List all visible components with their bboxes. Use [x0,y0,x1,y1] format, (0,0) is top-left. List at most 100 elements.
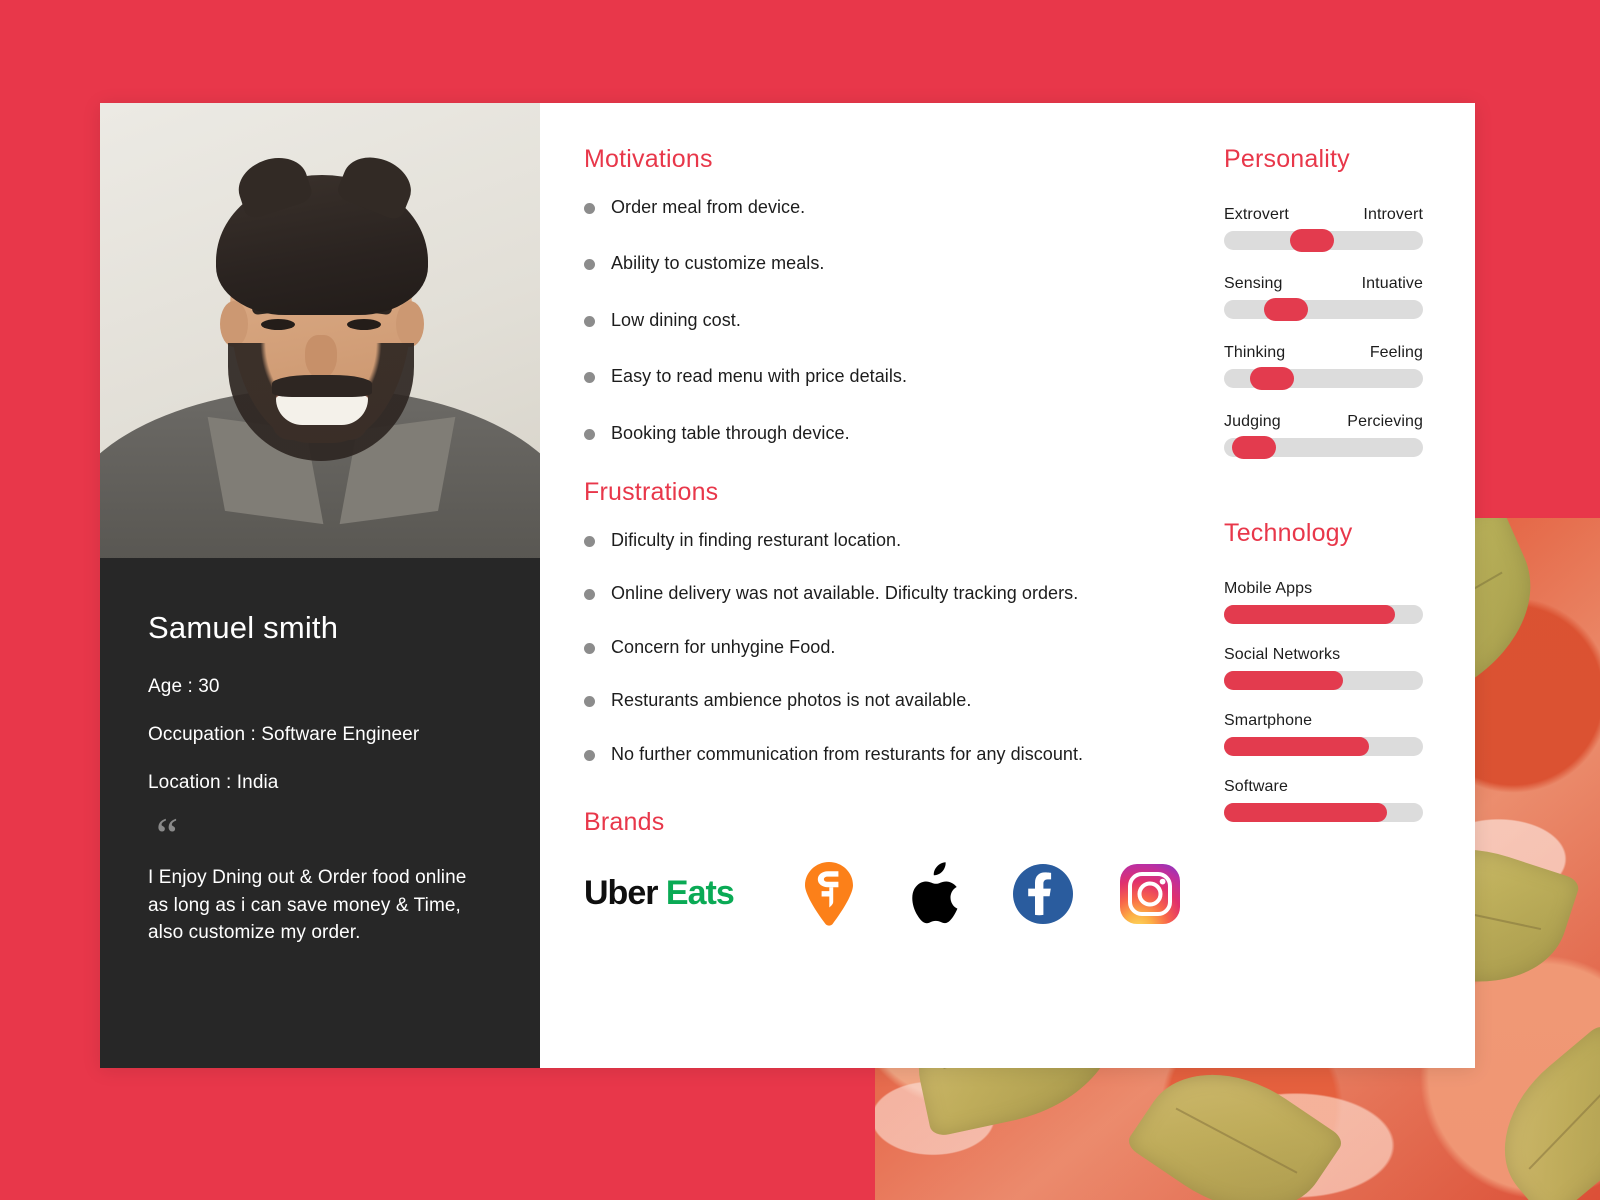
bullet-dot-icon [584,428,595,440]
bullet-dot-icon [584,315,595,327]
persona-occupation: Occupation : Software Engineer [148,724,420,745]
bullet-dot-icon [584,203,595,214]
brands-logo-row: Uber Eats [584,859,1204,929]
list-item-label: No further communication from resturants… [611,743,1084,764]
bullet-dot-icon [584,259,595,271]
technology-bar-label: Social Networks [1224,646,1341,663]
technology-bar-mobile-apps: Mobile Apps [1224,580,1423,624]
persona-quote: I Enjoy Dning out & Order food online as… [148,867,467,944]
list-item: Ability to customize meals. [584,252,1204,275]
frustrations-list: Dificulty in finding resturant location.… [584,529,1204,766]
slider-left-label: Extrovert [1224,206,1289,223]
frustrations-section: Frustrations Dificulty in finding restur… [584,478,1204,766]
apple-logo [912,862,958,924]
bullet-dot-icon [584,535,595,547]
personality-section: Personality Extrovert Introvert Sensing … [1224,145,1423,459]
frustrations-title: Frustrations [584,477,719,506]
slider-right-label: Introvert [1363,206,1423,223]
instagram-logo [1120,863,1181,924]
list-item: Easy to read menu with price details. [584,365,1204,388]
slider-thumb[interactable] [1289,229,1334,252]
slider-labels: Extrovert Introvert [1224,206,1423,224]
technology-bar-fill [1224,803,1388,822]
personality-slider-thinking-feeling[interactable]: Thinking Feeling [1224,344,1423,390]
technology-bar-label: Software [1224,778,1288,795]
brand-instagram[interactable] [1097,859,1204,929]
technology-bar-label: Smartphone [1224,712,1313,729]
persona-location: Location : India [148,772,279,793]
slider-left-label: Sensing [1224,275,1283,292]
brand-swiggy[interactable] [776,859,883,929]
brand-ubereats[interactable]: Uber Eats [584,859,776,929]
ubereats-logo: Uber Eats [584,874,735,913]
profile-column: Samuel smith Age : 30 Occupation : Softw… [100,103,540,1068]
slider-labels: Sensing Intuative [1224,275,1423,293]
slider-thumb[interactable] [1249,367,1294,390]
brands-section: Brands Uber Eats [584,808,1204,929]
list-item-label: Resturants ambience photos is not availa… [611,690,972,711]
lists-column: Motivations Order meal from device. Abil… [584,145,1204,1068]
slider-right-label: Feeling [1369,344,1423,361]
list-item: Resturants ambience photos is not availa… [584,689,1204,712]
list-item-label: Online delivery was not available. Dific… [611,583,1079,604]
list-item: Booking table through device. [584,422,1204,445]
list-item-label: Ability to customize meals. [611,253,825,274]
persona-portrait-photo [100,103,540,558]
list-item-label: Easy to read menu with price details. [611,366,907,387]
motivations-list: Order meal from device. Ability to custo… [584,196,1204,445]
technology-section: Technology Mobile Apps Social Networks S… [1224,519,1423,822]
list-item: No further communication from resturants… [584,743,1204,766]
list-item-label: Concern for unhygine Food. [611,636,836,657]
bullet-dot-icon [584,589,595,601]
bullet-dot-icon [584,696,595,708]
ubereats-word-uber: Uber [584,874,658,913]
list-item-label: Order meal from device. [611,197,806,217]
slider-track[interactable] [1224,229,1423,252]
technology-bar-track [1224,605,1423,624]
list-item: Low dining cost. [584,309,1204,332]
list-item: Dificulty in finding resturant location. [584,529,1204,552]
list-item: Concern for unhygine Food. [584,636,1204,659]
persona-name: Samuel smith [148,610,339,645]
portrait-illustration [100,103,540,558]
personality-title: Personality [1224,145,1350,173]
persona-age: Age : 30 [148,676,220,697]
motivations-section: Motivations Order meal from device. Abil… [584,145,1204,445]
technology-bar-label: Mobile Apps [1224,580,1313,597]
technology-bar-track [1224,803,1423,822]
ubereats-word-eats: Eats [665,874,735,913]
slider-right-label: Intuative [1361,275,1423,292]
technology-bar-fill [1224,737,1370,756]
list-item: Online delivery was not available. Dific… [584,582,1204,605]
personality-slider-judging-percieving[interactable]: Judging Percieving [1224,413,1423,459]
profile-info-panel: Samuel smith Age : 30 Occupation : Softw… [100,558,540,1068]
bullet-dot-icon [584,372,595,384]
slider-thumb[interactable] [1263,298,1308,321]
slider-track[interactable] [1224,436,1423,459]
brand-facebook[interactable] [990,859,1097,929]
technology-bar-smartphone: Smartphone [1224,712,1423,756]
list-item: Order meal from device. [584,196,1204,219]
bullet-dot-icon [584,749,595,761]
technology-bar-social-networks: Social Networks [1224,646,1423,690]
slider-track[interactable] [1224,298,1423,321]
brand-apple[interactable] [883,859,990,929]
slider-labels: Thinking Feeling [1224,344,1423,362]
slider-left-label: Thinking [1224,344,1286,361]
technology-bar-track [1224,737,1423,756]
swiggy-logo [805,861,854,926]
technology-bar-fill [1224,671,1344,690]
facebook-logo [1013,863,1074,924]
personality-slider-sensing-intuative[interactable]: Sensing Intuative [1224,275,1423,321]
slider-track[interactable] [1224,367,1423,390]
list-item-label: Booking table through device. [611,422,850,443]
list-item-label: Dificulty in finding resturant location. [611,529,902,550]
metrics-column: Personality Extrovert Introvert Sensing … [1204,145,1423,1068]
technology-bar-fill [1224,605,1396,624]
quote-mark-icon: “ [156,807,179,863]
slider-left-label: Judging [1224,413,1281,430]
technology-bar-track [1224,671,1423,690]
slider-thumb[interactable] [1231,436,1276,459]
personality-slider-extrovert-introvert[interactable]: Extrovert Introvert [1224,206,1423,252]
bullet-dot-icon [584,642,595,654]
